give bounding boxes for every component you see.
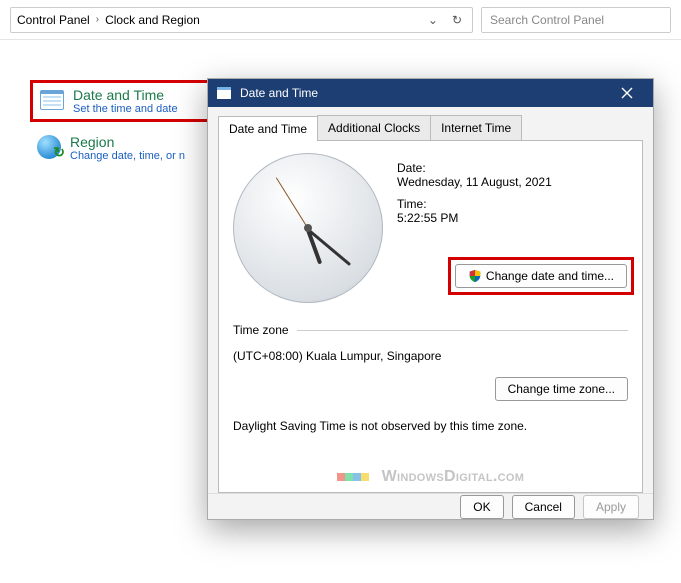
tab-internet-time[interactable]: Internet Time	[430, 115, 522, 140]
time-label: Time:	[397, 197, 628, 211]
timezone-value: (UTC+08:00) Kuala Lumpur, Singapore	[233, 349, 628, 363]
clock-second-hand	[276, 177, 309, 228]
date-value: Wednesday, 11 August, 2021	[397, 175, 628, 189]
close-icon	[621, 87, 633, 99]
time-value: 5:22:55 PM	[397, 211, 628, 225]
chevron-right-icon: ›	[96, 14, 99, 25]
change-time-zone-button[interactable]: Change time zone...	[495, 377, 628, 401]
breadcrumb-current[interactable]: Clock and Region	[105, 13, 200, 27]
change-date-time-label: Change date and time...	[486, 269, 614, 283]
watermark-text: WindowsDigital.com	[382, 468, 525, 485]
tab-date-and-time[interactable]: Date and Time	[218, 116, 318, 141]
tabs: Date and Time Additional Clocks Internet…	[218, 115, 643, 141]
date-time-dialog: Date and Time Date and Time Additional C…	[207, 78, 654, 520]
clock-center-pin	[304, 224, 312, 232]
sidebar-item-subtitle[interactable]: Set the time and date	[73, 103, 178, 115]
category-list: Date and Time Set the time and date Regi…	[30, 80, 210, 174]
search-input[interactable]: Search Control Panel	[481, 7, 671, 33]
chevron-down-icon[interactable]: ⌄	[424, 13, 442, 27]
change-date-time-button[interactable]: Change date and time...	[455, 264, 627, 288]
apply-button[interactable]: Apply	[583, 495, 639, 519]
tab-additional-clocks[interactable]: Additional Clocks	[317, 115, 431, 140]
change-time-zone-label: Change time zone...	[508, 382, 615, 396]
tab-panel-date-and-time: Date: Wednesday, 11 August, 2021 Time: 5…	[218, 141, 643, 493]
breadcrumb-root[interactable]: Control Panel	[17, 13, 90, 27]
sidebar-item-region[interactable]: Region Change date, time, or n	[30, 130, 210, 166]
close-button[interactable]	[609, 79, 645, 107]
sidebar-item-date-and-time[interactable]: Date and Time Set the time and date	[30, 80, 210, 122]
watermark: WindowsDigital.com	[219, 468, 642, 486]
timezone-heading: Time zone	[233, 323, 628, 337]
watermark-flag-icon	[337, 473, 369, 481]
dst-info-text: Daylight Saving Time is not observed by …	[233, 419, 628, 433]
uac-shield-icon	[468, 269, 482, 283]
dialog-titlebar[interactable]: Date and Time	[208, 79, 653, 107]
refresh-icon[interactable]: ↻	[448, 13, 466, 27]
date-label: Date:	[397, 161, 628, 175]
sidebar-item-title: Date and Time	[73, 87, 178, 103]
highlight-change-date-time: Change date and time...	[448, 257, 634, 295]
address-bar: Control Panel › Clock and Region ⌄ ↻ Sea…	[0, 0, 681, 40]
sidebar-item-subtitle[interactable]: Change date, time, or n	[70, 150, 185, 162]
globe-icon	[36, 134, 62, 160]
calendar-icon	[39, 87, 65, 113]
dialog-footer: OK Cancel Apply	[208, 493, 653, 519]
cancel-button[interactable]: Cancel	[512, 495, 575, 519]
dialog-title: Date and Time	[240, 86, 601, 100]
breadcrumb-path[interactable]: Control Panel › Clock and Region ⌄ ↻	[10, 7, 473, 33]
sidebar-item-title: Region	[70, 134, 185, 150]
ok-button[interactable]: OK	[460, 495, 503, 519]
analog-clock	[233, 153, 383, 303]
calendar-small-icon	[216, 85, 232, 101]
